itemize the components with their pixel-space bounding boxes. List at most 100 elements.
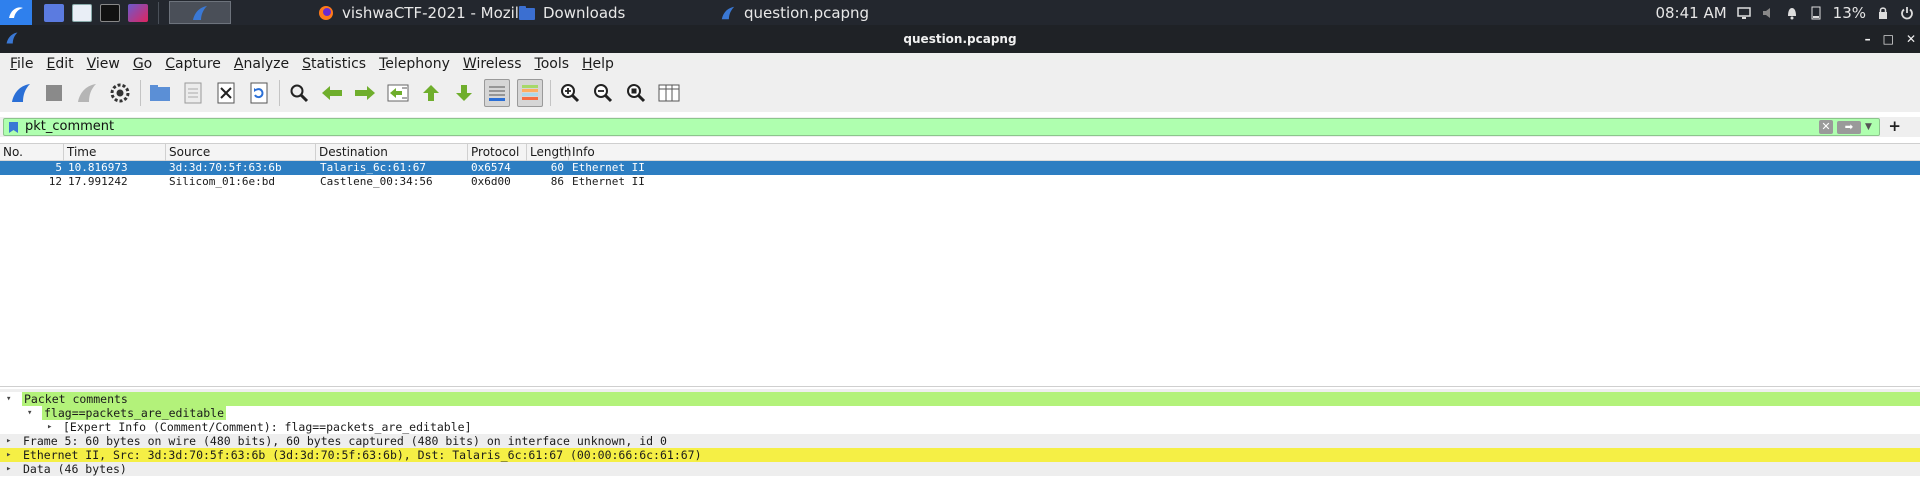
zoom-out-icon xyxy=(594,84,613,103)
autoscroll-icon xyxy=(489,86,505,101)
tree-item-expert-info[interactable]: ▸ [Expert Info (Comment/Comment): flag==… xyxy=(0,420,1920,434)
menu-help[interactable]: Help xyxy=(582,56,614,72)
close-button[interactable]: ✕ xyxy=(1906,32,1916,46)
column-header-no[interactable]: No. xyxy=(0,144,64,161)
column-header-protocol[interactable]: Protocol xyxy=(468,144,527,161)
resize-columns-button[interactable] xyxy=(656,79,682,107)
colorize-button[interactable] xyxy=(517,79,543,107)
apply-filter-icon[interactable]: ➡ xyxy=(1837,120,1861,134)
power-icon[interactable] xyxy=(1900,6,1914,20)
display-filter-field[interactable]: ✕ ➡ ▼ xyxy=(3,118,1880,136)
screen-recorder-icon[interactable] xyxy=(128,3,148,22)
find-packet-button[interactable] xyxy=(286,79,312,107)
cell-info: Ethernet II xyxy=(572,175,645,188)
cell-source: Silicom_01:6e:bd xyxy=(169,175,275,188)
menu-view[interactable]: View xyxy=(87,56,120,72)
lock-icon[interactable] xyxy=(1876,6,1890,20)
menu-file[interactable]: File xyxy=(10,56,33,72)
column-header-source[interactable]: Source xyxy=(166,144,316,161)
column-header-time[interactable]: Time xyxy=(64,144,166,161)
close-file-button[interactable] xyxy=(213,79,239,107)
packet-list-header: No. Time Source Destination Protocol Len… xyxy=(0,144,1920,161)
clock[interactable]: 08:41 AM xyxy=(1655,4,1726,22)
expand-arrow-icon[interactable]: ▸ xyxy=(47,420,52,434)
volume-muted-icon[interactable] xyxy=(1761,6,1775,20)
tree-label: Packet comments xyxy=(22,392,1920,406)
stop-icon xyxy=(46,85,62,101)
menu-capture[interactable]: Capture xyxy=(165,56,221,72)
menu-tools[interactable]: Tools xyxy=(535,56,570,72)
resize-columns-icon xyxy=(658,84,680,102)
tree-item-frame[interactable]: ▸ Frame 5: 60 bytes on wire (480 bits), … xyxy=(0,434,1920,448)
menu-wireless[interactable]: Wireless xyxy=(463,56,522,72)
expand-arrow-icon[interactable]: ▾ xyxy=(6,392,11,406)
packet-details-tree: ▾ Packet comments ▾ flag==packets_are_ed… xyxy=(0,392,1920,496)
task-downloads[interactable]: Downloads xyxy=(519,0,625,25)
task-wireshark[interactable]: question.pcapng xyxy=(720,0,869,25)
zoom-reset-button[interactable] xyxy=(623,79,649,107)
bookmark-icon[interactable] xyxy=(8,121,19,134)
open-file-button[interactable] xyxy=(147,79,173,107)
reload-file-button[interactable] xyxy=(246,79,272,107)
zoom-in-button[interactable] xyxy=(557,79,583,107)
arrow-right-icon xyxy=(355,86,375,100)
reload-icon xyxy=(250,82,268,104)
menu-go[interactable]: Go xyxy=(133,56,152,72)
capture-options-button[interactable] xyxy=(107,79,133,107)
active-wireshark-launcher[interactable] xyxy=(169,1,231,24)
close-file-icon xyxy=(217,82,235,104)
battery-percent: 13% xyxy=(1832,3,1866,22)
column-header-info[interactable]: Info xyxy=(569,144,1920,161)
zoom-out-button[interactable] xyxy=(590,79,616,107)
expand-arrow-icon[interactable]: ▸ xyxy=(6,462,11,476)
add-filter-button[interactable]: + xyxy=(1888,117,1901,135)
chevron-down-icon[interactable]: ▼ xyxy=(1865,122,1875,132)
tree-item-data[interactable]: ▸ Data (46 bytes) xyxy=(0,462,1920,476)
taskbar-separator xyxy=(158,1,159,24)
table-row[interactable]: 5 10.816973 3d:3d:70:5f:63:6b Talaris_6c… xyxy=(0,161,1920,175)
first-packet-button[interactable] xyxy=(418,79,444,107)
menu-telephony[interactable]: Telephony xyxy=(379,56,450,72)
go-back-button[interactable] xyxy=(319,79,345,107)
folder-icon xyxy=(519,5,535,20)
battery-icon[interactable] xyxy=(1809,6,1823,20)
task-firefox[interactable]: vishwaCTF-2021 - Mozil... xyxy=(318,0,533,25)
clear-filter-icon[interactable]: ✕ xyxy=(1819,120,1833,134)
go-forward-button[interactable] xyxy=(352,79,378,107)
window-titlebar[interactable]: question.pcapng – □ ✕ xyxy=(0,25,1920,53)
last-packet-button[interactable] xyxy=(451,79,477,107)
menu-edit[interactable]: Edit xyxy=(46,56,73,72)
cell-time: 10.816973 xyxy=(68,161,128,174)
go-to-packet-button[interactable] xyxy=(385,79,411,107)
cell-no: 12 xyxy=(48,175,62,188)
toolbar-separator xyxy=(140,80,141,106)
save-file-button[interactable] xyxy=(180,79,206,107)
display-filter-input[interactable] xyxy=(25,119,1725,135)
app-menu-button[interactable] xyxy=(0,0,32,25)
maximize-button[interactable]: □ xyxy=(1883,32,1894,46)
packet-list: No. Time Source Destination Protocol Len… xyxy=(0,143,1920,387)
display-icon[interactable] xyxy=(1736,6,1751,20)
autoscroll-button[interactable] xyxy=(484,79,510,107)
terminal-icon[interactable] xyxy=(100,3,120,22)
expand-arrow-icon[interactable]: ▸ xyxy=(6,448,11,462)
stop-capture-button[interactable] xyxy=(41,79,67,107)
column-header-length[interactable]: Length xyxy=(527,144,571,161)
menu-analyze[interactable]: Analyze xyxy=(234,56,289,72)
menu-statistics[interactable]: Statistics xyxy=(302,56,366,72)
expand-arrow-icon[interactable]: ▾ xyxy=(27,406,32,420)
window-title: question.pcapng xyxy=(903,32,1017,46)
expand-arrow-icon[interactable]: ▸ xyxy=(6,434,11,448)
start-capture-button[interactable] xyxy=(8,79,34,107)
restart-capture-button[interactable] xyxy=(74,79,100,107)
tree-item-ethernet[interactable]: ▸ Ethernet II, Src: 3d:3d:70:5f:63:6b (3… xyxy=(0,448,1920,462)
notification-bell-icon[interactable] xyxy=(1785,6,1799,20)
display-filter-bar: ✕ ➡ ▼ + xyxy=(0,117,1920,137)
column-header-destination[interactable]: Destination xyxy=(316,144,468,161)
tree-item-packet-comments[interactable]: ▾ Packet comments xyxy=(0,392,1920,406)
tree-item-comment[interactable]: ▾ flag==packets_are_editable xyxy=(0,406,1920,420)
table-row[interactable]: 12 17.991242 Silicom_01:6e:bd Castlene_0… xyxy=(0,175,1920,189)
minimize-button[interactable]: – xyxy=(1865,32,1871,46)
file-manager-icon[interactable] xyxy=(72,3,92,22)
show-desktop-icon[interactable] xyxy=(44,3,64,22)
